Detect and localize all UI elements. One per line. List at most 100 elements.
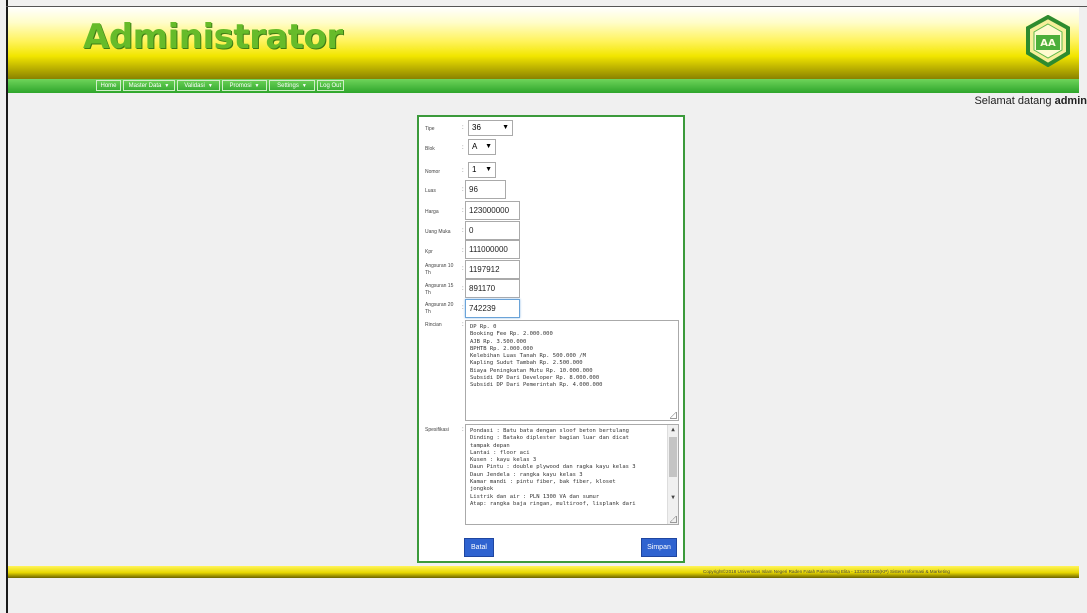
rincian-label: Rincian (425, 322, 442, 328)
nav-promosi[interactable]: Promosi ▼ (222, 80, 267, 91)
angsuran-10-label: Angsuran 10 Th (425, 263, 453, 277)
angsuran-15-label-line2: Th (425, 290, 431, 296)
chevron-down-icon: ▼ (207, 83, 213, 89)
footer-bar: Copyright©2018 Universitas Islam Negeri … (8, 566, 1079, 578)
colon: : (462, 208, 464, 214)
uang-muka-input[interactable]: 0 (465, 221, 520, 240)
chevron-down-icon: ▼ (485, 166, 492, 173)
angsuran-10-input[interactable]: 1197912 (465, 260, 520, 279)
harga-label: Harga (425, 209, 439, 215)
page-title: Administrator (83, 17, 343, 57)
nomor-select[interactable]: 1 ▼ (468, 162, 496, 178)
header-banner: Administrator AA (8, 7, 1079, 79)
spesifikasi-line: Pondasi : Batu bata dengan sloof beton b… (470, 428, 629, 434)
nav-bar: Home Master Data ▼ Validasi ▼ Promosi ▼ Set… (8, 79, 1079, 93)
rincian-line: DP Rp. 0 (470, 324, 497, 330)
nav-master-data[interactable]: Master Data ▼ (123, 80, 175, 91)
spesifikasi-line: Kusen : kayu kelas 3 (470, 457, 537, 464)
angsuran-10-label-line1: Angsuran 10 (425, 263, 454, 269)
vertical-scrollbar[interactable]: ▲ ▼ (667, 425, 678, 524)
spesifikasi-line: Listrik dan air : PLN 1300 VA dan sumur (470, 493, 600, 500)
colon: : (462, 286, 464, 292)
spesifikasi-line: Kamar mandi : pintu fiber, bak fiber, kl… (470, 479, 616, 486)
welcome-message: Selamat datang admin (974, 95, 1087, 107)
scroll-thumb[interactable] (669, 437, 677, 477)
angsuran-15-label: Angsuran 15 Th (425, 283, 453, 297)
colon: : (462, 427, 464, 433)
rincian-textarea[interactable]: DP Rp. 0 Booking Fee Rp. 2.000.000 AJB R… (465, 320, 679, 421)
angsuran-20-label-line1: Angsuran 20 (425, 302, 454, 308)
simpan-button[interactable]: Simpan (641, 538, 677, 557)
colon: : (462, 145, 464, 151)
chevron-down-icon: ▼ (502, 124, 509, 131)
colon: : (462, 125, 464, 131)
rincian-line: Subsidi DP Dari Pemerintah Rp. 4.000.000 (470, 382, 603, 389)
nav-master-data-label: Master Data (128, 83, 162, 89)
tipe-select[interactable]: 36 ▼ (468, 120, 513, 136)
nav-validasi[interactable]: Validasi ▼ (177, 80, 220, 91)
logo-icon: AA (1026, 15, 1070, 67)
chevron-down-icon: ▼ (301, 83, 307, 89)
spesifikasi-line: Daun Jendela : rangka kayu kelas 3 (470, 471, 583, 478)
rincian-line: Biaya Peningkatan Mutu Rp. 10.000.000 (470, 367, 593, 374)
colon: : (462, 305, 464, 311)
nav-settings[interactable]: Settings ▼ (269, 80, 315, 91)
house-form-panel: Tipe : 36 ▼ Blok : A ▼ Nomor : 1 ▼ Luas … (417, 115, 685, 563)
rincian-line: Kapling Sudut Tambah Rp. 2.500.000 (470, 360, 583, 367)
chevron-down-icon: ▼ (254, 83, 260, 89)
spesifikasi-line: Lantai : floor aci (470, 449, 530, 456)
colon: : (462, 187, 464, 193)
kpr-input[interactable]: 111000000 (465, 240, 520, 259)
angsuran-20-input[interactable]: 742239 (465, 299, 520, 318)
nav-logout-label: Log Out (319, 83, 342, 89)
colon: : (462, 228, 464, 234)
nav-settings-label: Settings (277, 83, 299, 89)
nav-promosi-label: Promosi (229, 83, 252, 89)
nav-validasi-label: Validasi (184, 83, 205, 89)
scroll-up-icon[interactable]: ▲ (668, 425, 678, 434)
tipe-value: 36 (472, 123, 481, 132)
nomor-label: Nomor (425, 169, 441, 175)
chevron-down-icon: ▼ (485, 143, 492, 150)
spesifikasi-line: jongkok (470, 486, 494, 493)
spesifikasi-line: Daun Pintu : double plywood dan ragka ka… (470, 464, 636, 471)
colon: : (462, 266, 464, 272)
welcome-prefix: Selamat datang (974, 95, 1052, 107)
harga-input[interactable]: 123000000 (465, 201, 520, 220)
batal-button[interactable]: Batal (464, 538, 494, 557)
spesifikasi-line: Atap: rangka baja ringan, multiroof, lis… (470, 500, 636, 507)
footer-copyright: Copyright©2018 Universitas Islam Negeri … (703, 569, 950, 574)
logo-text: AA (1040, 38, 1056, 49)
angsuran-20-label: Angsuran 20 Th (425, 302, 453, 316)
angsuran-15-input[interactable]: 891170 (465, 279, 520, 298)
uang-muka-label: Uang Muka (425, 229, 451, 235)
angsuran-10-label-line2: Th (425, 270, 431, 276)
blok-label: Blok (425, 146, 435, 152)
blok-select[interactable]: A ▼ (468, 139, 496, 155)
blok-value: A (472, 142, 478, 151)
chevron-down-icon: ▼ (164, 83, 170, 89)
kpr-label: Kpr (425, 249, 433, 255)
angsuran-20-label-line2: Th (425, 309, 431, 315)
spesifikasi-label: Spesifikasi (425, 427, 449, 433)
colon: : (462, 248, 464, 254)
scroll-down-icon[interactable]: ▼ (668, 493, 678, 502)
welcome-username: admin (1054, 95, 1087, 107)
rincian-line: Kelebihan Luas Tanah Rp. 500.000 /M (470, 353, 586, 360)
luas-input[interactable]: 96 (465, 180, 506, 199)
rincian-line: Subsidi DP Dari Developer Rp. 8.000.000 (470, 375, 600, 382)
colon: : (462, 168, 464, 174)
spesifikasi-textarea[interactable]: Pondasi : Batu bata dengan sloof beton b… (465, 424, 679, 525)
angsuran-15-label-line1: Angsuran 15 (425, 283, 454, 289)
rincian-line: BPHTB Rp. 2.000.000 (470, 345, 533, 352)
nav-logout[interactable]: Log Out (317, 80, 344, 91)
spesifikasi-line: Dinding : Batako diplester bagian luar d… (470, 435, 629, 442)
colon: : (462, 322, 464, 328)
nomor-value: 1 (472, 165, 477, 174)
nav-home-label: Home (100, 83, 117, 89)
resize-handle-icon[interactable] (670, 412, 677, 419)
rincian-line: Booking Fee Rp. 2.000.000 (470, 331, 553, 338)
tipe-label: Tipe (425, 126, 435, 132)
resize-handle-icon[interactable] (670, 516, 677, 523)
nav-home[interactable]: Home (96, 80, 121, 91)
